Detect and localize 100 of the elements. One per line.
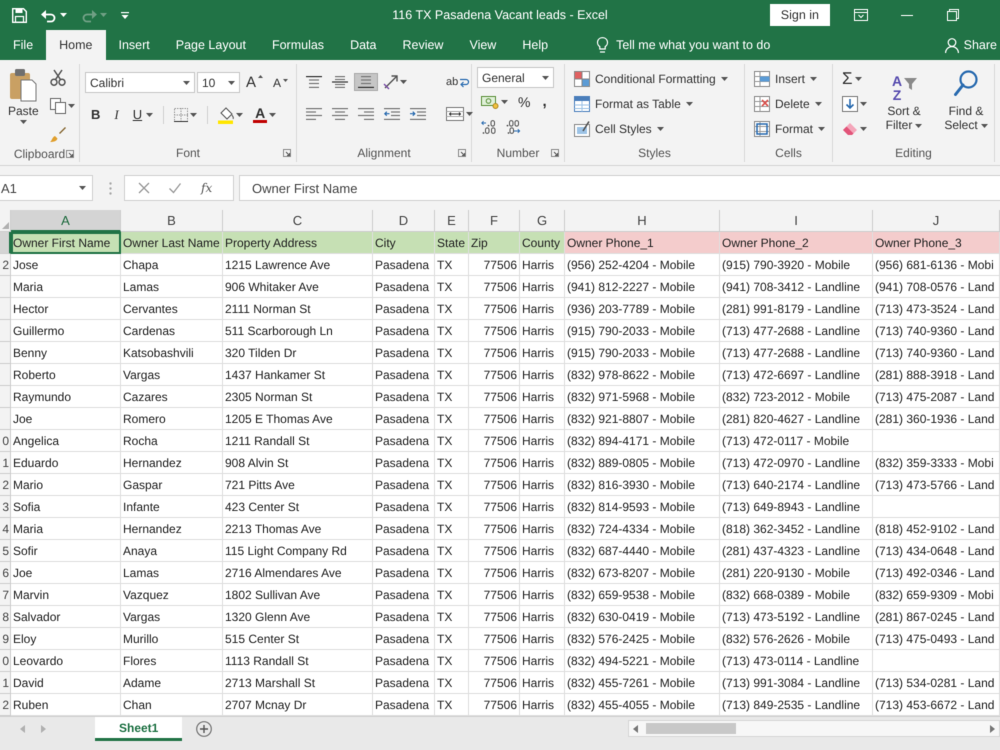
- italic-button[interactable]: I: [108, 104, 125, 126]
- table-cell: 77506: [469, 672, 520, 694]
- row-header[interactable]: 5: [0, 540, 11, 562]
- column-header[interactable]: F: [469, 210, 520, 232]
- row-header[interactable]: 7: [0, 584, 11, 606]
- wrap-text-button[interactable]: ab: [442, 74, 474, 90]
- row-header[interactable]: 1: [0, 452, 11, 474]
- formula-input[interactable]: Owner First Name: [239, 175, 1000, 201]
- horizontal-scrollbar[interactable]: [628, 720, 1000, 737]
- group-label: Alignment: [357, 146, 411, 160]
- grow-font-button[interactable]: A: [242, 71, 268, 94]
- sign-in-button[interactable]: Sign in: [770, 4, 830, 26]
- bottom-align-button[interactable]: [354, 72, 378, 90]
- column-header[interactable]: E: [435, 210, 469, 232]
- insert-function-button[interactable]: fx: [201, 181, 212, 195]
- dialog-launcher-icon[interactable]: [283, 149, 291, 157]
- ribbon-tab[interactable]: Home: [46, 30, 106, 60]
- dialog-launcher-icon[interactable]: [551, 149, 559, 157]
- header-cell[interactable]: Owner First Name: [11, 232, 121, 254]
- row-header[interactable]: 6: [0, 562, 11, 584]
- row-header[interactable]: 1: [0, 672, 11, 694]
- caret-icon: [400, 80, 407, 84]
- percent-style-button[interactable]: %: [514, 90, 534, 112]
- row-header[interactable]: 2: [0, 694, 11, 716]
- scrollbar-thumb[interactable]: [646, 723, 736, 734]
- row-header[interactable]: 9: [0, 628, 11, 650]
- more-dots-icon[interactable]: [109, 182, 112, 194]
- scroll-right-icon[interactable]: [990, 724, 995, 732]
- row-header[interactable]: 8: [0, 606, 11, 628]
- ribbon-tab[interactable]: Page Layout: [162, 30, 259, 60]
- row-header[interactable]: [0, 232, 11, 254]
- font-size-dropdown[interactable]: 10: [197, 72, 240, 93]
- ribbon-tab[interactable]: Review: [389, 30, 456, 60]
- format-as-table-button[interactable]: Format as Table: [570, 92, 732, 115]
- table-cell: 1113 Randall St: [223, 650, 373, 672]
- sort-filter-button[interactable]: AZ Sort & Filter: [875, 65, 933, 135]
- insert-cells-button[interactable]: Insert: [750, 67, 830, 90]
- row-header[interactable]: 4: [0, 518, 11, 540]
- bold-button[interactable]: B: [85, 104, 106, 125]
- table-cell: (713) 472-6697 - Landline: [720, 364, 873, 386]
- table-cell: (713) 991-3084 - Landline: [720, 672, 873, 694]
- number-format-dropdown[interactable]: General: [477, 67, 554, 88]
- row-header[interactable]: 0: [0, 430, 11, 452]
- column-header[interactable]: J: [873, 210, 1000, 232]
- table-cell: (281) 867-0245 - Land: [873, 606, 1000, 628]
- scroll-left-icon[interactable]: [633, 724, 638, 732]
- cell-styles-button[interactable]: Cell Styles: [570, 117, 732, 140]
- paste-button[interactable]: Paste: [5, 65, 42, 127]
- ribbon-tab[interactable]: Data: [337, 30, 390, 60]
- comma-style-button[interactable]: ,: [536, 92, 553, 111]
- column-header[interactable]: B: [121, 210, 223, 232]
- shrink-font-button[interactable]: A: [269, 72, 292, 92]
- row-header[interactable]: 0: [0, 650, 11, 672]
- column-header[interactable]: D: [373, 210, 435, 232]
- header-cell[interactable]: County: [520, 232, 565, 254]
- column-header[interactable]: H: [565, 210, 720, 232]
- row-header[interactable]: 3: [0, 496, 11, 518]
- table-cell: Pasadena: [373, 430, 435, 452]
- header-cell[interactable]: Owner Phone_2: [720, 232, 873, 254]
- table-cell: (915) 790-3920 - Mobile: [720, 254, 873, 276]
- column-header[interactable]: C: [223, 210, 373, 232]
- share-button[interactable]: Share: [936, 30, 1000, 60]
- font-color-button[interactable]: A: [249, 103, 280, 126]
- header-cell[interactable]: Owner Last Name: [121, 232, 223, 254]
- header-cell[interactable]: City: [373, 232, 435, 254]
- table-cell: Vargas: [121, 606, 223, 628]
- font-name-dropdown[interactable]: Calibri: [85, 72, 195, 93]
- name-box[interactable]: A1: [0, 175, 93, 201]
- header-cell[interactable]: Zip: [469, 232, 520, 254]
- delete-cells-button[interactable]: Delete: [750, 92, 830, 115]
- conditional-formatting-button[interactable]: Conditional Formatting: [570, 67, 732, 90]
- dialog-launcher-icon[interactable]: [66, 150, 74, 158]
- autosum-button[interactable]: Σ: [838, 67, 871, 90]
- underline-button[interactable]: U: [126, 104, 158, 125]
- ribbon-tab[interactable]: Formulas: [258, 30, 338, 60]
- enter-check-icon[interactable]: [169, 183, 181, 193]
- find-select-button[interactable]: Find & Select: [937, 65, 995, 135]
- cancel-icon[interactable]: [139, 183, 149, 193]
- header-cell[interactable]: State: [435, 232, 469, 254]
- header-cell[interactable]: Owner Phone_3: [873, 232, 1000, 254]
- ribbon-tab[interactable]: View: [456, 30, 510, 60]
- ribbon-tab[interactable]: File: [0, 30, 46, 60]
- ribbon-tab[interactable]: Insert: [106, 30, 163, 60]
- tell-me-search[interactable]: Tell me what you want to do: [577, 30, 784, 60]
- header-cell[interactable]: Property Address: [223, 232, 373, 254]
- row-header[interactable]: 2: [0, 474, 11, 496]
- table-cell: (941) 708-3412 - Landline: [720, 276, 873, 298]
- dialog-launcher-icon[interactable]: [458, 149, 466, 157]
- ribbon-tab[interactable]: Help: [509, 30, 562, 60]
- table-cell: Hector: [11, 298, 121, 320]
- sheet-tab[interactable]: Sheet1: [95, 717, 182, 741]
- table-cell: Pasadena: [373, 518, 435, 540]
- column-header[interactable]: A: [11, 210, 121, 232]
- row-header[interactable]: 2: [0, 254, 11, 276]
- format-cells-button[interactable]: Format: [750, 117, 830, 140]
- column-header[interactable]: G: [520, 210, 565, 232]
- column-header[interactable]: I: [720, 210, 873, 232]
- header-cell[interactable]: Owner Phone_1: [565, 232, 720, 254]
- table-cell: Hernandez: [121, 452, 223, 474]
- new-sheet-button[interactable]: [196, 721, 212, 737]
